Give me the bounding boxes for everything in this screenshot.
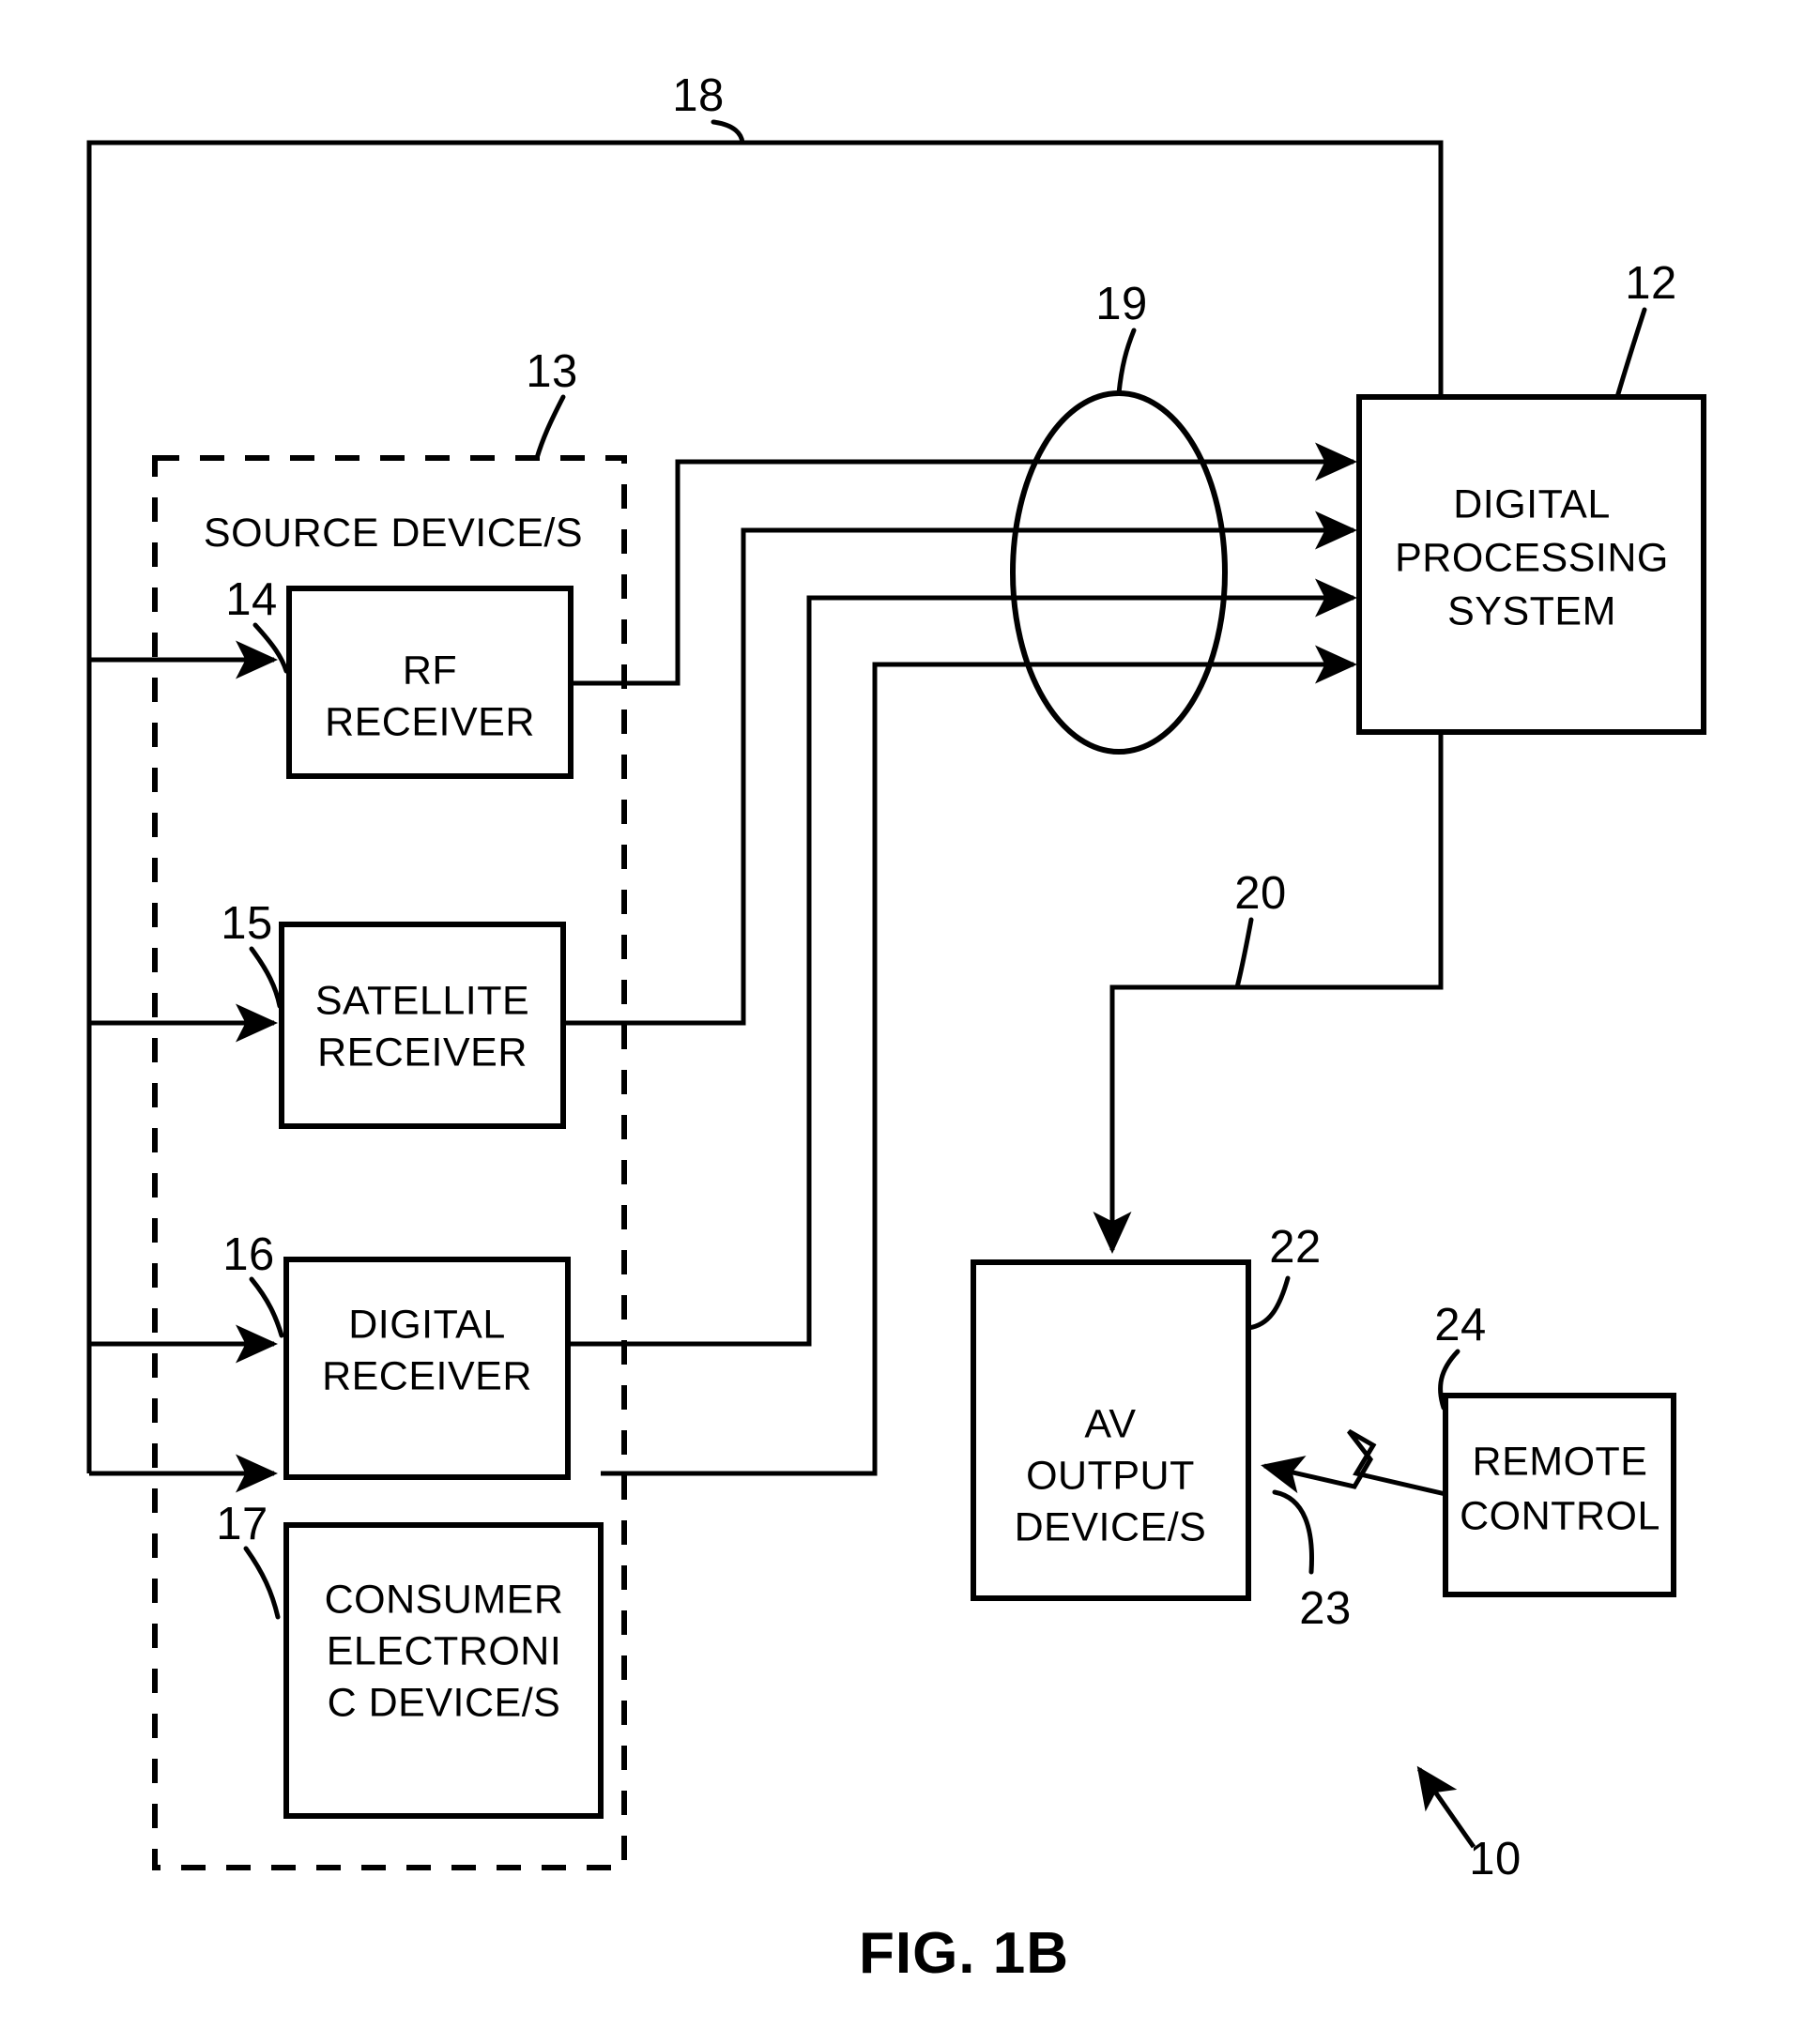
ref-label-16: 16 [222, 1229, 275, 1280]
ref-label-18: 18 [672, 70, 725, 121]
dps-label-line3: SYSTEM [1447, 588, 1616, 633]
consumer-electronics-label-line2: ELECTRONI [327, 1628, 562, 1673]
satellite-receiver-label-line2: RECEIVER [317, 1030, 528, 1075]
remote-control-label-line1: REMOTE [1473, 1439, 1648, 1484]
dps-label-line2: PROCESSING [1395, 535, 1669, 580]
consumer-electronics-label-line1: CONSUMER [325, 1577, 564, 1622]
remote-link-23: 23 [1261, 1428, 1446, 1634]
ref-label-22: 22 [1269, 1222, 1322, 1273]
block-rf-receiver[interactable]: RF RECEIVER 14 [225, 574, 574, 779]
ref-label-20: 20 [1234, 868, 1287, 919]
ref-label-13: 13 [526, 346, 578, 397]
rf-receiver-label-line1: RF [403, 648, 457, 693]
ref-label-19: 19 [1095, 279, 1148, 329]
av-output-label-line2: OUTPUT [1026, 1453, 1195, 1498]
ref-label-17: 17 [216, 1499, 268, 1549]
signal-bundle-ellipse [1010, 390, 1228, 755]
block-digital-processing-system[interactable]: DIGITAL PROCESSING SYSTEM 12 [1356, 258, 1706, 735]
dps-label-line1: DIGITAL [1453, 481, 1611, 526]
source-devices-label: SOURCE DEVICE/S [204, 511, 583, 556]
digital-receiver-label-line2: RECEIVER [322, 1353, 532, 1398]
patent-figure-1b: 18 19 SOURCE DEVICE/S 13 RF RECEIVER 14 … [0, 0, 1820, 2029]
block-consumer-electronics[interactable]: CONSUMER ELECTRONI C DEVICE/S 17 [216, 1499, 604, 1819]
ref-label-12: 12 [1625, 258, 1677, 309]
block-digital-receiver[interactable]: DIGITAL RECEIVER 16 [222, 1229, 571, 1480]
figure-canvas: 18 19 SOURCE DEVICE/S 13 RF RECEIVER 14 … [86, 70, 1706, 1986]
block-remote-control[interactable]: REMOTE CONTROL 24 [1434, 1300, 1676, 1597]
ref-label-24: 24 [1434, 1300, 1487, 1350]
consumer-electronics-label-line3: C DEVICE/S [328, 1680, 561, 1725]
satellite-receiver-label-line1: SATELLITE [315, 978, 529, 1023]
ref-label-23: 23 [1299, 1583, 1352, 1634]
satellite-receiver-box[interactable] [279, 922, 566, 1129]
system-reference-10: 10 [1416, 1765, 1522, 1884]
ref-label-10: 10 [1469, 1834, 1522, 1884]
av-output-label-line3: DEVICE/S [1015, 1504, 1207, 1549]
av-output-label-line1: AV [1084, 1401, 1136, 1446]
figure-caption: FIG. 1B [859, 1921, 1069, 1986]
ref-label-14: 14 [225, 574, 278, 625]
digital-receiver-label-line1: DIGITAL [348, 1302, 506, 1347]
block-satellite-receiver[interactable]: SATELLITE RECEIVER 15 [221, 898, 566, 1129]
av-link-20: 20 [1093, 732, 1444, 1255]
block-av-output-device[interactable]: AV OUTPUT DEVICE/S 22 [971, 1222, 1322, 1601]
rf-receiver-label-line2: RECEIVER [325, 699, 535, 744]
remote-control-label-line2: CONTROL [1460, 1493, 1660, 1538]
ref-label-15: 15 [221, 898, 273, 949]
